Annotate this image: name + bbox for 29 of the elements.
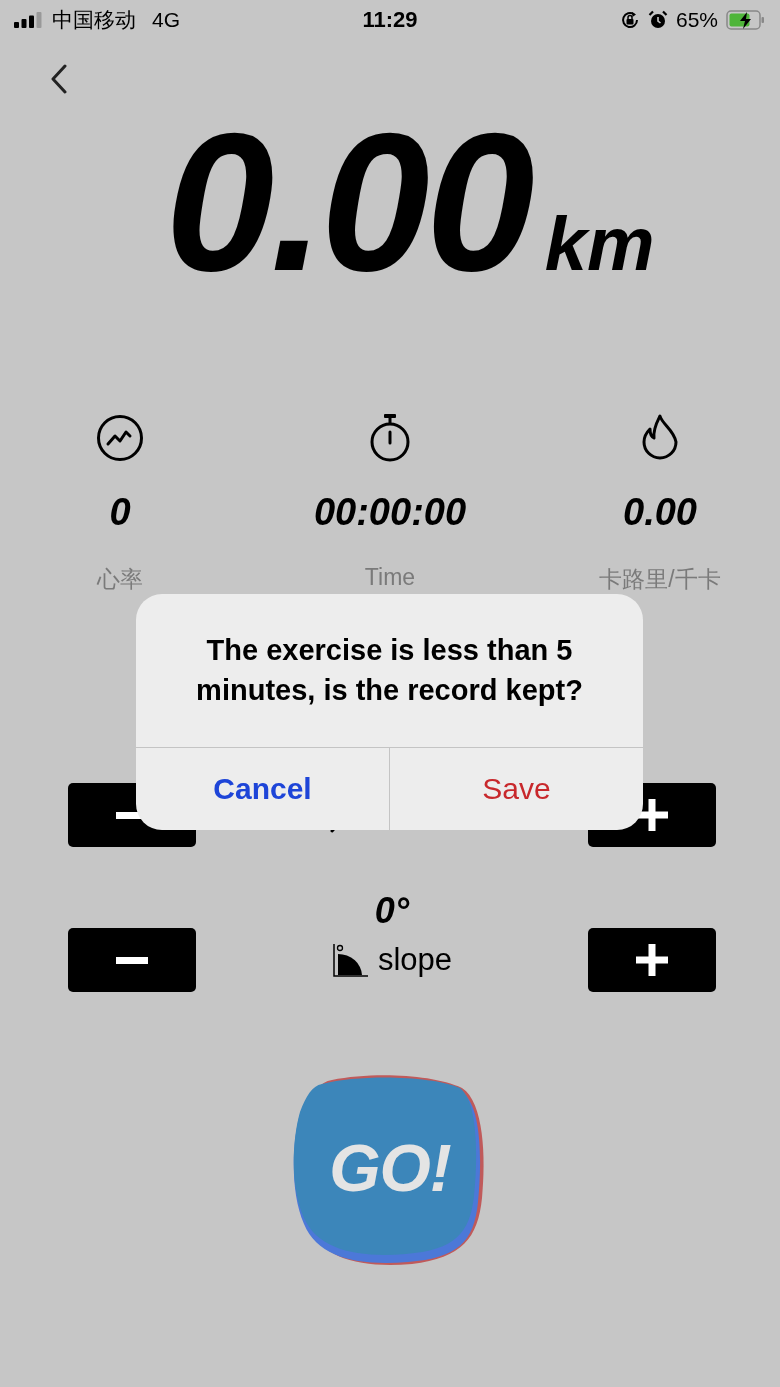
stat-label: Time <box>364 564 416 591</box>
battery-percent: 65% <box>675 8 718 32</box>
save-button[interactable]: Save <box>389 748 643 830</box>
decrease-button[interactable] <box>68 928 196 992</box>
alarm-icon <box>647 10 668 30</box>
cancel-button[interactable]: Cancel <box>136 748 389 830</box>
plus-icon <box>636 944 668 976</box>
stat-label: 心率 <box>97 565 143 594</box>
increase-button[interactable] <box>588 928 716 992</box>
control-value: 0° <box>374 890 410 933</box>
control-label: slope <box>377 942 453 978</box>
stat-value: 0.00 <box>623 491 697 534</box>
stopwatch-icon <box>369 413 411 463</box>
signal-icon <box>14 12 44 28</box>
clock-time: 11:29 <box>362 7 418 33</box>
distance-unit: km <box>544 200 655 287</box>
back-icon[interactable] <box>50 64 68 94</box>
minus-icon <box>116 956 148 964</box>
stat-label: 卡路里/千卡 <box>599 565 721 594</box>
network-type: 4G <box>152 8 180 32</box>
carrier-name: 中国移动 <box>52 7 136 33</box>
stat-value: 0 <box>109 491 131 534</box>
stat-value: 00:00:00 <box>313 491 467 534</box>
slope-icon <box>331 942 370 978</box>
battery-charging-icon <box>726 10 766 30</box>
dialog-message: The exercise is less than 5 minutes, is the record kept? <box>136 594 643 748</box>
distance-value: 0.00 <box>165 98 531 308</box>
rotation-lock-icon <box>619 10 640 30</box>
heart-rate-icon <box>96 413 144 463</box>
